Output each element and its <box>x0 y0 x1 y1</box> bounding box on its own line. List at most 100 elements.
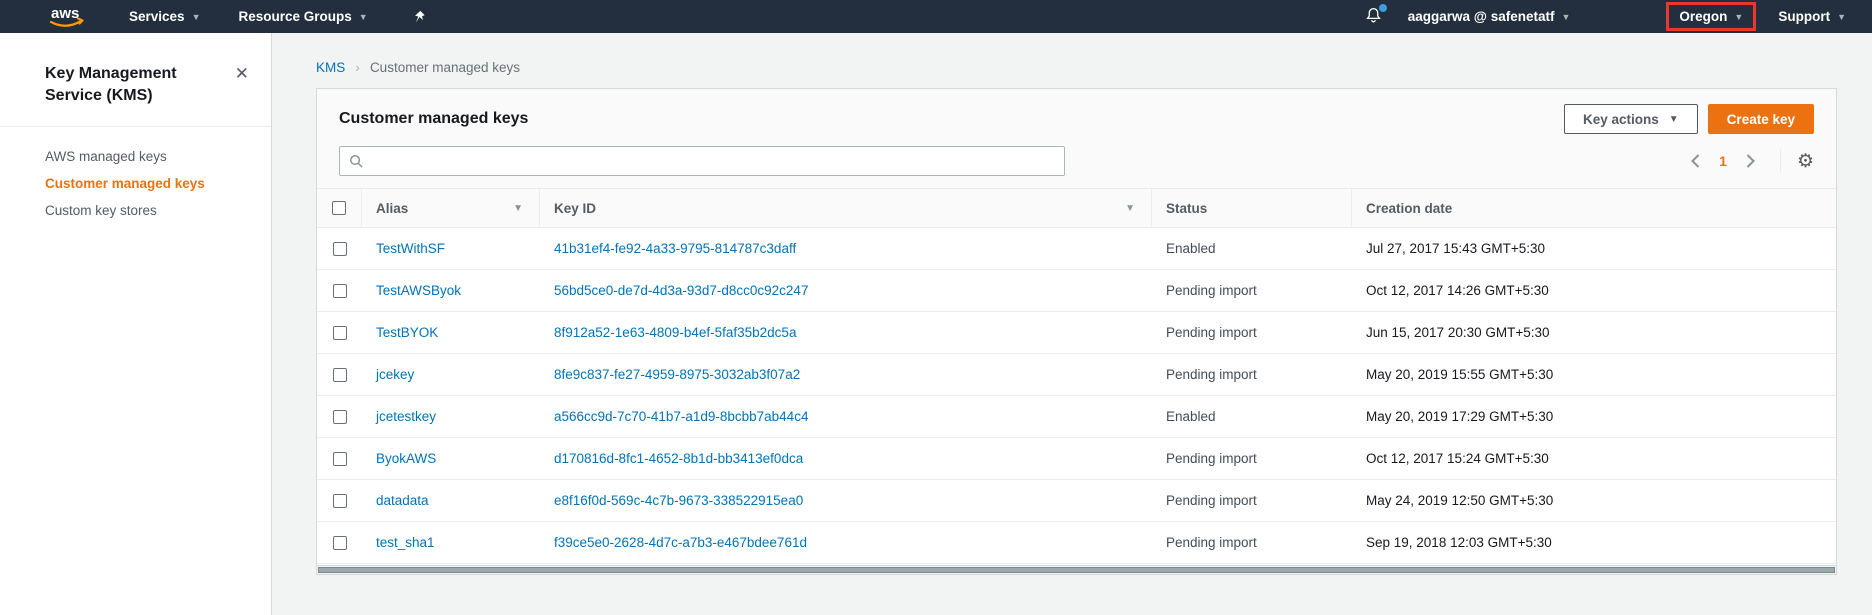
column-label-alias: Alias <box>376 201 408 216</box>
nav-resource-groups-label: Resource Groups <box>238 9 351 24</box>
select-all-checkbox[interactable] <box>332 201 346 215</box>
search-input[interactable] <box>371 154 1055 169</box>
close-icon[interactable]: ✕ <box>235 63 249 82</box>
row-checkbox[interactable] <box>333 242 347 256</box>
row-select-cell <box>317 242 362 256</box>
nav-services[interactable]: Services ▼ <box>129 9 200 24</box>
creation-date-text: Jun 15, 2017 20:30 GMT+5:30 <box>1352 325 1836 340</box>
nav-services-label: Services <box>129 9 185 24</box>
alias-link[interactable]: TestAWSByok <box>376 283 461 298</box>
creation-date-text: Jul 27, 2017 15:43 GMT+5:30 <box>1352 241 1836 256</box>
key-id-link[interactable]: e8f16f0d-569c-4c7b-9673-338522915ea0 <box>554 493 803 508</box>
status-text: Pending import <box>1152 535 1352 550</box>
table-row: TestAWSByok 56bd5ce0-de7d-4d3a-93d7-d8cc… <box>317 270 1836 312</box>
alias-link[interactable]: jcetestkey <box>376 409 436 424</box>
column-header-alias[interactable]: Alias ▼ <box>362 189 540 227</box>
pin-icon <box>412 9 426 24</box>
key-id-link[interactable]: d170816d-8fc1-4652-8b1d-bb3413ef0dca <box>554 451 803 466</box>
column-header-key-id[interactable]: Key ID ▼ <box>540 189 1152 227</box>
pin-shortcut-button[interactable] <box>412 9 426 24</box>
row-checkbox[interactable] <box>333 368 347 382</box>
select-all-cell <box>317 189 362 227</box>
sidebar-title: Key Management Service (KMS) <box>45 63 205 106</box>
row-checkbox[interactable] <box>333 536 347 550</box>
nav-region-selector[interactable]: Oregon ▼ <box>1666 2 1756 31</box>
table-row: test_sha1 f39ce5e0-2628-4d7c-a7b3-e467bd… <box>317 522 1836 564</box>
chevron-down-icon: ▼ <box>1561 12 1570 22</box>
row-select-cell <box>317 326 362 340</box>
key-id-link[interactable]: 41b31ef4-fe92-4a33-9795-814787c3daff <box>554 241 796 256</box>
alias-link[interactable]: test_sha1 <box>376 535 435 550</box>
status-text: Pending import <box>1152 493 1352 508</box>
sort-icon[interactable]: ▼ <box>513 203 523 214</box>
alias-link[interactable]: jcekey <box>376 367 414 382</box>
next-page-button[interactable] <box>1741 150 1760 172</box>
creation-date-text: Oct 12, 2017 14:26 GMT+5:30 <box>1352 283 1836 298</box>
nav-support-menu[interactable]: Support ▼ <box>1778 9 1846 24</box>
row-checkbox[interactable] <box>333 410 347 424</box>
status-text: Pending import <box>1152 325 1352 340</box>
scrollbar-thumb[interactable] <box>318 567 1835 573</box>
breadcrumb-current: Customer managed keys <box>370 60 520 75</box>
main-content: KMS › Customer managed keys Customer man… <box>273 33 1872 615</box>
svg-text:aws: aws <box>51 5 79 22</box>
aws-logo[interactable]: aws <box>45 4 87 30</box>
search-icon <box>349 154 364 169</box>
search-box[interactable] <box>339 146 1065 176</box>
key-id-link[interactable]: 56bd5ce0-de7d-4d3a-93d7-d8cc0c92c247 <box>554 283 808 298</box>
breadcrumb: KMS › Customer managed keys <box>273 33 1872 75</box>
row-select-cell <box>317 368 362 382</box>
row-checkbox[interactable] <box>333 494 347 508</box>
row-checkbox[interactable] <box>333 284 347 298</box>
creation-date-text: May 20, 2019 15:55 GMT+5:30 <box>1352 367 1836 382</box>
sidebar: Key Management Service (KMS) ✕ AWS manag… <box>0 33 272 615</box>
table-body: TestWithSF 41b31ef4-fe92-4a33-9795-81478… <box>317 228 1836 565</box>
customer-managed-keys-card: Customer managed keys Key actions ▼ Crea… <box>316 88 1837 575</box>
table-row: ByokAWS d170816d-8fc1-4652-8b1d-bb3413ef… <box>317 438 1836 480</box>
row-select-cell <box>317 536 362 550</box>
chevron-right-icon <box>1745 154 1756 168</box>
row-select-cell <box>317 284 362 298</box>
key-id-link[interactable]: 8fe9c837-fe27-4959-8975-3032ab3f07a2 <box>554 367 800 382</box>
column-header-creation-date[interactable]: Creation date <box>1352 189 1836 227</box>
status-text: Pending import <box>1152 451 1352 466</box>
row-checkbox[interactable] <box>333 326 347 340</box>
alias-link[interactable]: ByokAWS <box>376 451 436 466</box>
page-title: Customer managed keys <box>339 110 1564 128</box>
sort-icon[interactable]: ▼ <box>1125 203 1135 214</box>
sidebar-item-aws-managed-keys[interactable]: AWS managed keys <box>0 143 271 170</box>
nav-resource-groups[interactable]: Resource Groups ▼ <box>238 9 367 24</box>
notifications-button[interactable] <box>1365 6 1382 27</box>
sidebar-item-custom-key-stores[interactable]: Custom key stores <box>0 197 271 224</box>
breadcrumb-kms-link[interactable]: KMS <box>316 60 345 75</box>
top-nav: aws Services ▼ Resource Groups ▼ <box>0 0 1872 33</box>
current-page-number[interactable]: 1 <box>1719 153 1727 169</box>
key-actions-button[interactable]: Key actions ▼ <box>1564 104 1698 134</box>
creation-date-text: May 20, 2019 17:29 GMT+5:30 <box>1352 409 1836 424</box>
table-row: jcetestkey a566cc9d-7c70-41b7-a1d9-8bcbb… <box>317 396 1836 438</box>
row-checkbox[interactable] <box>333 452 347 466</box>
support-label: Support <box>1778 9 1830 24</box>
sidebar-item-customer-managed-keys[interactable]: Customer managed keys <box>0 170 271 197</box>
settings-button[interactable]: ⚙ <box>1797 152 1814 171</box>
row-select-cell <box>317 494 362 508</box>
create-key-button[interactable]: Create key <box>1708 104 1814 134</box>
table-row: TestBYOK 8f912a52-1e63-4809-b4ef-5faf35b… <box>317 312 1836 354</box>
horizontal-scrollbar[interactable] <box>317 565 1836 574</box>
key-id-link[interactable]: 8f912a52-1e63-4809-b4ef-5faf35b2dc5a <box>554 325 796 340</box>
key-id-link[interactable]: f39ce5e0-2628-4d7c-a7b3-e467bdee761d <box>554 535 807 550</box>
previous-page-button[interactable] <box>1686 150 1705 172</box>
table-row: TestWithSF 41b31ef4-fe92-4a33-9795-81478… <box>317 228 1836 270</box>
aws-logo-icon: aws <box>45 4 87 30</box>
key-actions-label: Key actions <box>1583 112 1659 127</box>
nav-account-menu[interactable]: aaggarwa @ safenetatf ▼ <box>1408 9 1571 24</box>
key-id-link[interactable]: a566cc9d-7c70-41b7-a1d9-8bcbb7ab44c4 <box>554 409 808 424</box>
breadcrumb-separator-icon: › <box>355 59 360 75</box>
column-header-status[interactable]: Status <box>1152 189 1352 227</box>
column-label-key-id: Key ID <box>554 201 596 216</box>
alias-link[interactable]: TestBYOK <box>376 325 438 340</box>
alias-link[interactable]: datadata <box>376 493 429 508</box>
status-text: Enabled <box>1152 409 1352 424</box>
chevron-left-icon <box>1690 154 1701 168</box>
alias-link[interactable]: TestWithSF <box>376 241 445 256</box>
